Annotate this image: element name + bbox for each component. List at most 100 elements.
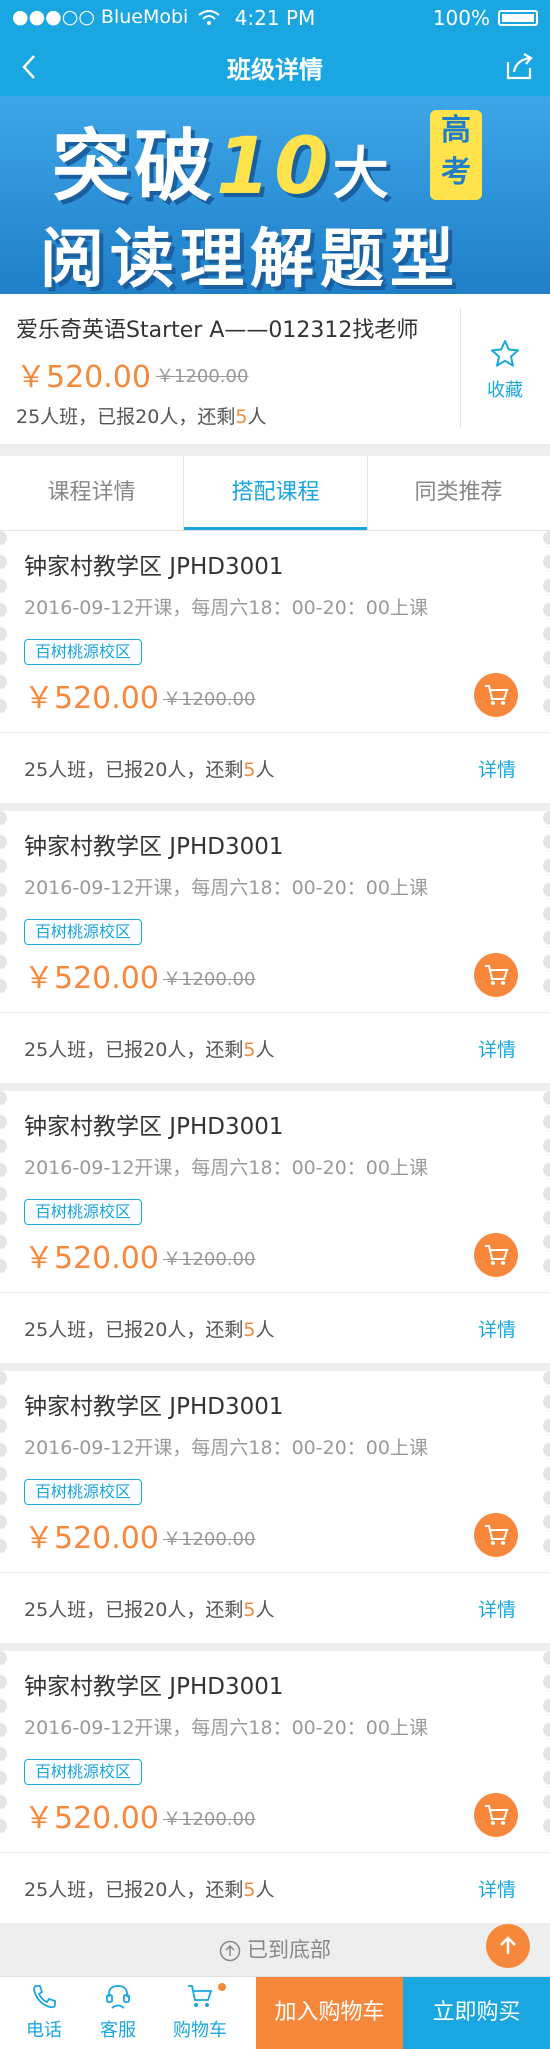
class-old-price: ￥1200.00 [163, 1249, 256, 1270]
course-old-price: ￥1200.00 [156, 366, 249, 387]
class-schedule: 2016-09-12开课，每周六18：00-20：00上课 [24, 1157, 428, 1179]
add-to-cart-button[interactable] [474, 673, 518, 717]
cart-icon [485, 1245, 509, 1265]
cart-icon [485, 965, 509, 985]
class-price: ￥520.00 [24, 961, 159, 996]
class-schedule: 2016-09-12开课，每周六18：00-20：00上课 [24, 597, 428, 619]
end-of-list-label: 已到底部 [247, 1938, 331, 1962]
ticket-edge [0, 1371, 7, 1571]
ticket-edge [543, 531, 550, 731]
tab-course-details[interactable]: 课程详情 [0, 456, 183, 530]
star-icon [491, 340, 519, 367]
class-schedule: 2016-09-12开课，每周六18：00-20：00上课 [24, 877, 428, 899]
card-divider [0, 1572, 550, 1573]
buy-now-button[interactable]: 立即购买 [403, 1977, 550, 2049]
campus-badge: 百树桃源校区 [24, 1199, 143, 1225]
campus-badge: 百树桃源校区 [24, 919, 143, 945]
cart-icon [485, 1525, 509, 1545]
add-to-cart-button[interactable] [474, 1513, 518, 1557]
class-old-price: ￥1200.00 [163, 969, 256, 990]
class-seats: 25人班，已报20人，还剩5人 [24, 1879, 275, 1901]
class-old-price: ￥1200.00 [163, 1529, 256, 1550]
arrow-up-circle-icon [219, 1940, 241, 1962]
class-title: 钟家村教学区 JPHD3001 [24, 1394, 284, 1420]
campus-badge: 百树桃源校区 [24, 639, 143, 665]
class-schedule: 2016-09-12开课，每周六18：00-20：00上课 [24, 1437, 428, 1459]
details-link[interactable]: 详情 [478, 1035, 516, 1062]
class-price: ￥520.00 [24, 1801, 159, 1836]
course-seats: 25人班，已报20人，还剩5人 [16, 406, 267, 428]
add-to-cart-main-button[interactable]: 加入购物车 [256, 1977, 403, 2049]
ticket-edge [0, 1091, 7, 1291]
details-link[interactable]: 详情 [478, 1875, 516, 1902]
details-link[interactable]: 详情 [478, 1315, 516, 1342]
ticket-edge [0, 811, 7, 1011]
card-divider [0, 1012, 550, 1013]
customer-service-button[interactable]: 客服 [82, 1983, 154, 2042]
class-price: ￥520.00 [24, 1521, 159, 1556]
status-bar: ●●●○○ BlueMobi 4:21 PM 100% [0, 0, 550, 38]
class-card[interactable]: 钟家村教学区 JPHD3001 2016-09-12开课，每周六18：00-20… [0, 1371, 550, 1643]
ticket-edge [543, 1651, 550, 1851]
tab-bundled-courses[interactable]: 搭配课程 [184, 456, 367, 530]
ticket-edge [543, 1371, 550, 1571]
ticket-edge [543, 811, 550, 1011]
class-old-price: ￥1200.00 [163, 1809, 256, 1830]
class-price: ￥520.00 [24, 681, 159, 716]
card-divider [0, 732, 550, 733]
card-divider [0, 1852, 550, 1853]
banner-headline: 突破10大 [52, 122, 393, 212]
class-seats: 25人班，已报20人，还剩5人 [24, 1319, 275, 1341]
phone-icon [33, 1985, 56, 2009]
bottom-action-bar: 电话 客服 购物车 加入购物车 立即购买 [0, 1976, 550, 2049]
phone-button[interactable]: 电话 [8, 1983, 80, 2042]
add-to-cart-button[interactable] [474, 1233, 518, 1277]
course-name: 爱乐奇英语Starter A——012312找老师 [16, 318, 419, 343]
course-price: ￥520.00 [16, 360, 151, 395]
course-banner: 突破10大 高考 阅读理解题型 [0, 96, 550, 294]
end-of-list-hint: 已到底部 [0, 1924, 550, 1976]
class-seats: 25人班，已报20人，还剩5人 [24, 1599, 275, 1621]
banner-subheadline: 阅读理解题型 [40, 223, 460, 294]
arrow-up-icon [500, 1936, 516, 1954]
add-to-cart-button[interactable] [474, 1793, 518, 1837]
class-old-price: ￥1200.00 [163, 689, 256, 710]
share-icon[interactable] [502, 50, 536, 84]
add-to-cart-button[interactable] [474, 953, 518, 997]
class-title: 钟家村教学区 JPHD3001 [24, 1114, 284, 1140]
campus-badge: 百树桃源校区 [24, 1479, 143, 1505]
class-seats: 25人班，已报20人，还剩5人 [24, 759, 275, 781]
cart-icon [485, 685, 509, 705]
ticket-edge [0, 1651, 7, 1851]
details-link[interactable]: 详情 [478, 1595, 516, 1622]
class-title: 钟家村教学区 JPHD3001 [24, 1674, 284, 1700]
class-card[interactable]: 钟家村教学区 JPHD3001 2016-09-12开课，每周六18：00-20… [0, 1651, 550, 1923]
battery-percent: 100% [432, 6, 490, 30]
favorite-label: 收藏 [487, 380, 523, 401]
class-title: 钟家村教学区 JPHD3001 [24, 554, 284, 580]
phone-label: 电话 [26, 2020, 62, 2041]
ticket-edge [0, 531, 7, 731]
class-card[interactable]: 钟家村教学区 JPHD3001 2016-09-12开课，每周六18：00-20… [0, 531, 550, 803]
course-info: 爱乐奇英语Starter A——012312找老师 ￥520.00 ￥1200.… [0, 294, 550, 444]
headset-icon [106, 1985, 130, 2009]
class-card[interactable]: 钟家村教学区 JPHD3001 2016-09-12开课，每周六18：00-20… [0, 811, 550, 1083]
tab-bar: 课程详情 搭配课程 同类推荐 [0, 456, 550, 531]
back-to-top-button[interactable] [486, 1924, 530, 1968]
page-title: 班级详情 [227, 56, 323, 84]
customer-service-label: 客服 [100, 2020, 136, 2041]
favorite-button[interactable]: 收藏 [460, 338, 550, 402]
battery-icon [498, 10, 538, 26]
tab-similar-recommendations[interactable]: 同类推荐 [367, 456, 550, 530]
details-link[interactable]: 详情 [478, 755, 516, 782]
cart-tab-button[interactable]: 购物车 [164, 1983, 236, 2042]
cart-notification-dot [218, 1983, 226, 1991]
cart-icon [485, 1805, 509, 1825]
nav-bar: 班级详情 [0, 38, 550, 96]
class-price: ￥520.00 [24, 1241, 159, 1276]
class-title: 钟家村教学区 JPHD3001 [24, 834, 284, 860]
banner-tag: 高考 [430, 110, 482, 200]
campus-badge: 百树桃源校区 [24, 1759, 143, 1785]
class-seats: 25人班，已报20人，还剩5人 [24, 1039, 275, 1061]
class-card[interactable]: 钟家村教学区 JPHD3001 2016-09-12开课，每周六18：00-20… [0, 1091, 550, 1363]
